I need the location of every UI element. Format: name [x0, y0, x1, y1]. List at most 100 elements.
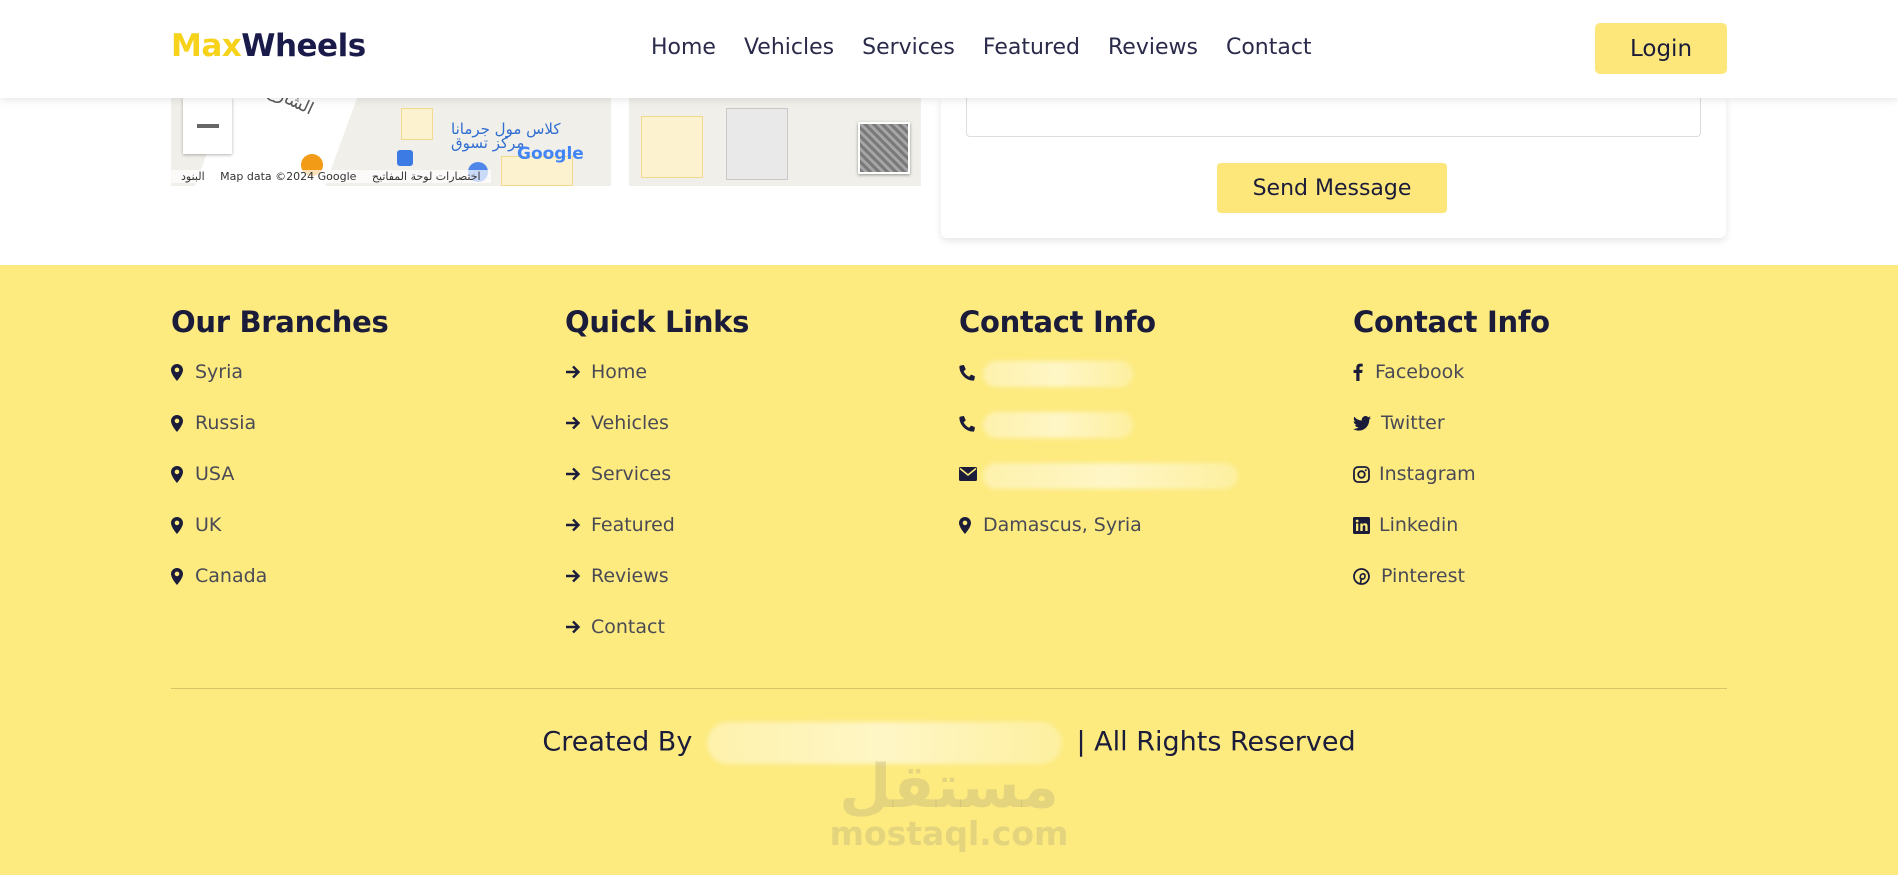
- quick-link-reviews[interactable]: Reviews: [565, 565, 749, 616]
- footer-contact-info: Contact Info Damascus, Syria: [959, 305, 1238, 565]
- logo-max: Max: [171, 28, 242, 64]
- social-label: Linkedin: [1379, 514, 1459, 536]
- footer-branches: Our Branches Syria Russia USA UK Canada: [171, 305, 389, 616]
- instagram-icon: [1353, 463, 1379, 485]
- branch-label: Syria: [195, 361, 244, 383]
- site-footer: Our Branches Syria Russia USA UK Canada …: [0, 265, 1898, 875]
- minus-icon: [196, 124, 219, 128]
- login-button[interactable]: Login: [1595, 23, 1727, 74]
- message-textarea[interactable]: [966, 98, 1701, 137]
- copyright-suffix: | All Rights Reserved: [1076, 726, 1356, 758]
- map-shortcuts-link[interactable]: اختصارات لوحة المفاتيح: [372, 170, 481, 183]
- quick-link-label: Home: [591, 361, 648, 383]
- contact-phone-1[interactable]: [959, 361, 1238, 412]
- social-label: Twitter: [1381, 412, 1445, 434]
- main-nav: Home Vehicles Services Featured Reviews …: [651, 35, 1340, 60]
- arrow-right-icon: [565, 616, 589, 638]
- logo[interactable]: MaxWheels: [171, 28, 366, 64]
- nav-reviews[interactable]: Reviews: [1108, 35, 1198, 60]
- footer-quick-links: Quick Links Home Vehicles Services Featu…: [565, 305, 749, 667]
- nav-vehicles[interactable]: Vehicles: [744, 35, 834, 60]
- facebook-icon: [1353, 361, 1375, 383]
- pinterest-icon: [1353, 565, 1381, 587]
- map-marker-icon: [171, 565, 195, 587]
- contact-info-title: Contact Info: [959, 305, 1156, 339]
- zoom-out-button[interactable]: [183, 98, 232, 154]
- social-twitter[interactable]: Twitter: [1353, 412, 1550, 463]
- google-map[interactable]: الشارع كلاس مول جرمانا مركز تسوق Google …: [171, 98, 921, 186]
- social-linkedin[interactable]: Linkedin: [1353, 514, 1550, 565]
- quick-links-title: Quick Links: [565, 305, 750, 339]
- social-label: Pinterest: [1381, 565, 1465, 587]
- contact-address: Damascus, Syria: [959, 514, 1238, 565]
- branch-label: Canada: [195, 565, 268, 587]
- branch-label: UK: [195, 514, 222, 536]
- nav-home[interactable]: Home: [651, 35, 716, 60]
- social-instagram[interactable]: Instagram: [1353, 463, 1550, 514]
- map-marker-icon: [171, 463, 195, 485]
- map-attribution: البنود Map data ©2024 Google اختصارات لو…: [171, 170, 491, 183]
- quick-link-label: Featured: [591, 514, 675, 536]
- redacted-email: [983, 463, 1238, 489]
- arrow-right-icon: [565, 514, 589, 536]
- redacted-phone: [983, 412, 1133, 438]
- map-block: [726, 108, 788, 180]
- arrow-right-icon: [565, 361, 589, 383]
- quick-link-home[interactable]: Home: [565, 361, 749, 412]
- branch-label: Russia: [195, 412, 257, 434]
- branch-item: Syria: [171, 361, 388, 412]
- branches-title: Our Branches: [171, 305, 389, 339]
- map-block: [401, 108, 433, 140]
- map-data-text: Map data ©2024 Google: [220, 170, 357, 183]
- send-message-button[interactable]: Send Message: [1217, 163, 1447, 213]
- satellite-toggle[interactable]: [858, 122, 910, 174]
- watermark-latin: mostaql.com: [829, 814, 1069, 853]
- social-title: Contact Info: [1353, 305, 1550, 339]
- phone-icon: [959, 361, 983, 383]
- map-block: [641, 116, 703, 178]
- branch-item: USA: [171, 463, 388, 514]
- arrow-right-icon: [565, 463, 589, 485]
- google-logo: Google: [517, 144, 584, 164]
- address-label: Damascus, Syria: [983, 514, 1142, 536]
- arrow-right-icon: [565, 412, 589, 434]
- envelope-icon: [959, 463, 983, 485]
- nav-contact[interactable]: Contact: [1226, 35, 1312, 60]
- contact-email[interactable]: [959, 463, 1238, 514]
- nav-services[interactable]: Services: [862, 35, 955, 60]
- quick-link-contact[interactable]: Contact: [565, 616, 749, 667]
- social-facebook[interactable]: Facebook: [1353, 361, 1550, 412]
- social-pinterest[interactable]: Pinterest: [1353, 565, 1550, 616]
- branch-item: UK: [171, 514, 388, 565]
- quick-link-label: Services: [591, 463, 672, 485]
- footer-social: Contact Info Facebook Twitter Instagram …: [1353, 305, 1550, 616]
- quick-link-label: Vehicles: [591, 412, 669, 434]
- map-marker-icon: [171, 412, 195, 434]
- quick-link-services[interactable]: Services: [565, 463, 749, 514]
- linkedin-icon: [1353, 514, 1379, 536]
- quick-link-label: Reviews: [591, 565, 669, 587]
- contact-phone-2[interactable]: [959, 412, 1238, 463]
- quick-link-featured[interactable]: Featured: [565, 514, 749, 565]
- contact-form-card: Send Message: [941, 98, 1726, 238]
- social-label: Facebook: [1375, 361, 1465, 383]
- quick-link-label: Contact: [591, 616, 665, 638]
- map-terms-link[interactable]: البنود: [181, 170, 205, 183]
- bus-stop-icon[interactable]: [397, 150, 413, 166]
- twitter-icon: [1353, 412, 1381, 434]
- map-road: [611, 98, 629, 186]
- branch-item: Russia: [171, 412, 388, 463]
- map-marker-icon: [959, 514, 983, 536]
- copyright-prefix: Created By: [542, 726, 693, 758]
- arrow-right-icon: [565, 565, 589, 587]
- branch-item: Canada: [171, 565, 388, 616]
- redacted-phone: [983, 361, 1133, 387]
- map-marker-icon: [171, 361, 195, 383]
- map-marker-icon: [171, 514, 195, 536]
- mostaql-watermark: مستقل mostaql.com: [0, 755, 1898, 853]
- branch-label: USA: [195, 463, 235, 485]
- site-header: MaxWheels Home Vehicles Services Feature…: [0, 0, 1898, 98]
- quick-link-vehicles[interactable]: Vehicles: [565, 412, 749, 463]
- footer-divider: [171, 688, 1727, 689]
- nav-featured[interactable]: Featured: [983, 35, 1080, 60]
